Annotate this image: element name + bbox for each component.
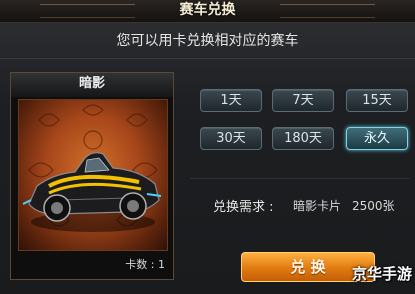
watermark-logo: 京华手游	[351, 265, 412, 283]
duration-option-7-days[interactable]: 7天	[272, 89, 334, 112]
requirement-item: 暗影卡片	[293, 199, 342, 213]
car-illustration	[22, 104, 162, 232]
instruction-text: 您可以用卡兑换相对应的赛车	[116, 33, 299, 49]
divider	[0, 58, 415, 59]
title-bar: 赛车兑换	[0, 0, 415, 23]
duration-option-180-days[interactable]: 180天	[272, 127, 334, 150]
requirement-label: 兑换需求 :	[213, 200, 274, 215]
car-name: 暗影	[11, 73, 173, 97]
car-card: 暗影 卡数: 1	[10, 72, 174, 280]
car-image	[18, 99, 168, 251]
section-divider	[190, 178, 410, 179]
duration-option-permanent[interactable]: 永久	[346, 127, 408, 150]
duration-option-1-day[interactable]: 1天	[200, 89, 262, 112]
dialog-title: 赛车兑换	[179, 2, 236, 18]
requirement-quantity: 2500张	[352, 199, 395, 213]
duration-option-30-days[interactable]: 30天	[200, 127, 262, 150]
card-count: 卡数 : 1	[125, 258, 165, 271]
duration-option-15-days[interactable]: 15天	[346, 89, 408, 112]
